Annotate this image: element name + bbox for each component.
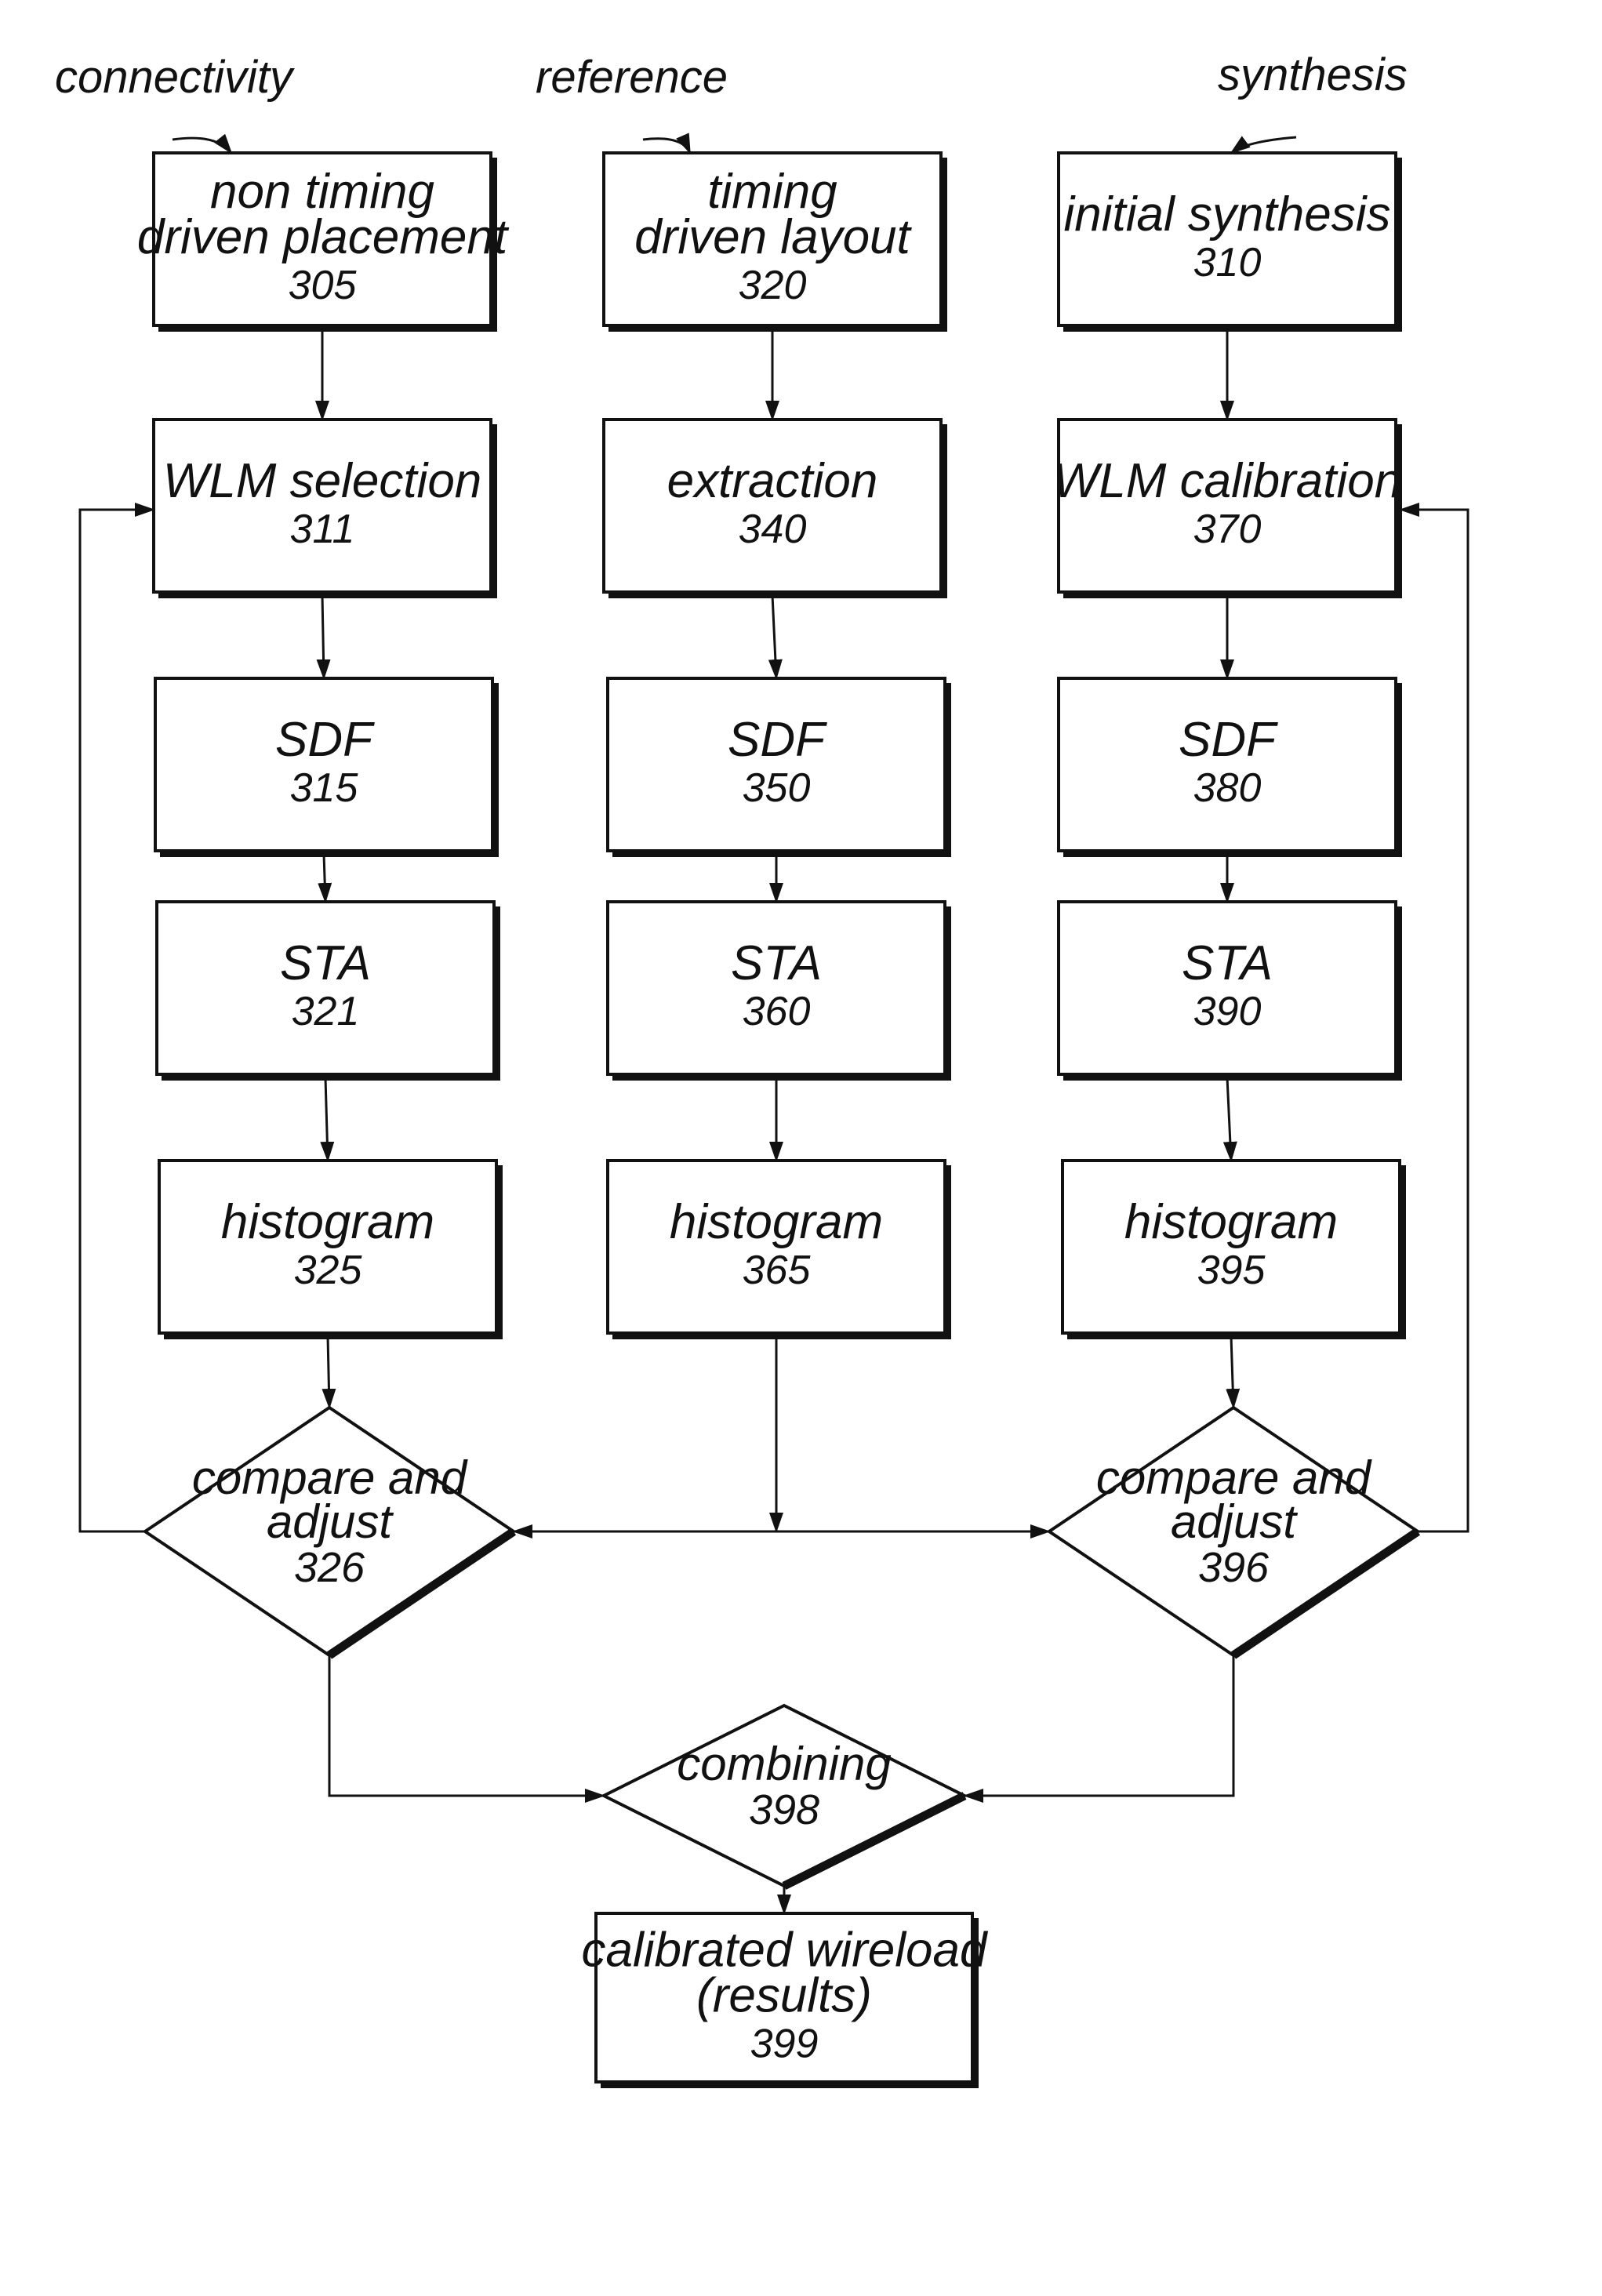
node-ref-number: 340 (739, 507, 807, 552)
input-label: reference (536, 52, 728, 103)
node-ref-number: 390 (1193, 989, 1262, 1034)
node-label: WLM calibration (1053, 454, 1401, 508)
node-ref-number: 370 (1193, 507, 1262, 552)
node-label: histogram (221, 1195, 434, 1249)
curved-arrow-icon (642, 133, 692, 154)
process-box-380: SDF380 (1057, 677, 1402, 857)
edge-326-to-311 (78, 503, 155, 1533)
process-box-360: STA360 (606, 900, 951, 1081)
node-ref-number: 396 (1198, 1544, 1270, 1591)
node-label: adjust (267, 1495, 394, 1548)
node-label: STA (731, 936, 822, 990)
node-label: histogram (670, 1195, 883, 1249)
node-ref-number: 365 (743, 1248, 812, 1293)
node-ref-number: 360 (743, 989, 811, 1034)
edge-396-to-370 (1399, 503, 1469, 1533)
input-label: connectivity (55, 52, 295, 103)
curved-arrow-icon (172, 133, 233, 154)
process-box-311: WLM selection311 (152, 418, 497, 598)
node-label: initial synthesis (1064, 187, 1391, 242)
process-box-399: calibrated wireload(results)399 (582, 1912, 989, 2088)
process-box-310: initial synthesis310 (1057, 151, 1402, 332)
node-label: adjust (1171, 1495, 1298, 1548)
input-connectivity: connectivity (55, 52, 295, 154)
flowchart: non timingdriven placement305 timingdrive… (55, 49, 1469, 2088)
node-ref-number: 399 (750, 2022, 819, 2067)
node-ref-number: 305 (289, 263, 358, 308)
node-label: driven layout (634, 210, 912, 264)
node-ref-number: 311 (290, 507, 355, 552)
edge-340-to-350 (768, 594, 783, 680)
node-label: extraction (667, 454, 878, 508)
process-box-395: histogram395 (1061, 1159, 1406, 1339)
node-ref-number: 350 (743, 765, 811, 811)
edge-390-to-395 (1222, 1077, 1237, 1162)
node-label: SDF (728, 713, 827, 767)
node-ref-number: 380 (1193, 765, 1262, 811)
edge-311-to-315 (316, 594, 331, 680)
edge-396-to-398 (963, 1655, 1235, 1803)
node-ref-number: 325 (294, 1248, 363, 1293)
edge-315-to-321 (318, 853, 332, 903)
process-box-321: STA321 (155, 900, 500, 1081)
process-box-320: timingdriven layout320 (602, 151, 947, 332)
edge-325-to-326 (321, 1335, 336, 1409)
edge-395-to-396 (1226, 1335, 1241, 1409)
node-ref-number: 320 (739, 263, 807, 308)
node-label: driven placement (137, 210, 510, 264)
process-box-315: SDF315 (154, 677, 499, 857)
node-label: STA (280, 936, 371, 990)
node-ref-number: 395 (1197, 1248, 1266, 1293)
process-box-370: WLM calibration370 (1053, 418, 1402, 598)
edge-321-to-325 (320, 1077, 335, 1162)
node-ref-number: 398 (749, 1786, 819, 1833)
node-ref-number: 326 (294, 1544, 365, 1591)
input-reference: reference (536, 52, 728, 154)
node-label: SDF (275, 713, 375, 767)
decision-diamond-398: combining398 (600, 1703, 968, 1890)
node-label: (results) (696, 1969, 872, 2023)
process-box-305: non timingdriven placement305 (137, 151, 510, 332)
input-synthesis: synthesis (1218, 49, 1408, 154)
process-box-350: SDF350 (606, 677, 951, 857)
node-label: combining (677, 1738, 892, 1790)
decision-diamond-326: compare andadjust326 (142, 1405, 517, 1659)
node-ref-number: 315 (290, 765, 359, 811)
process-box-340: extraction340 (602, 418, 947, 598)
node-label: STA (1182, 936, 1273, 990)
edge-326-to-398 (328, 1655, 605, 1803)
input-labels: connectivity reference synthesis (55, 49, 1408, 154)
node-ref-number: 310 (1193, 240, 1262, 285)
process-box-325: histogram325 (158, 1159, 503, 1339)
process-box-390: STA390 (1057, 900, 1402, 1081)
input-label: synthesis (1218, 49, 1408, 100)
node-ref-number: 321 (292, 989, 360, 1034)
node-label: histogram (1124, 1195, 1338, 1249)
node-label: WLM selection (163, 454, 482, 508)
curved-arrow-icon (1230, 136, 1297, 154)
decision-diamond-396: compare andadjust396 (1046, 1405, 1421, 1659)
process-box-365: histogram365 (606, 1159, 951, 1339)
node-label: SDF (1179, 713, 1278, 767)
